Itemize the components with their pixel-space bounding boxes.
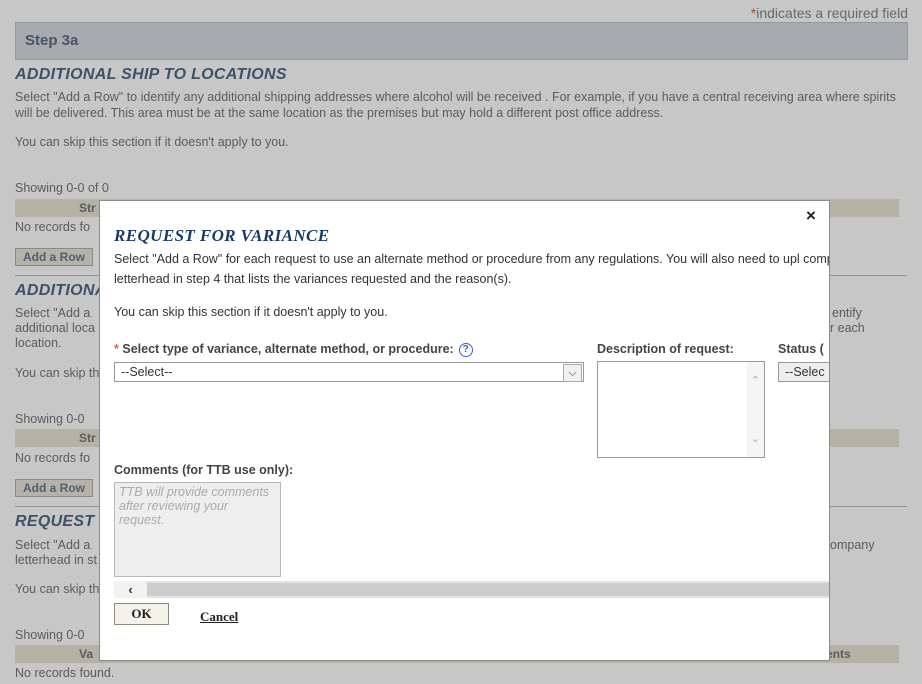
variance-type-select[interactable]: --Select-- ⌵	[114, 362, 584, 382]
horizontal-scrollbar[interactable]: ‹	[114, 581, 829, 598]
ok-button[interactable]: OK	[114, 603, 169, 625]
status-value: --Selec	[785, 365, 825, 379]
comments-textarea: TTB will provide comments after reviewin…	[114, 482, 281, 577]
variance-type-value: --Select--	[121, 365, 173, 379]
chevron-up-icon: ⌃	[750, 375, 760, 387]
scrollbar-thumb[interactable]	[147, 583, 829, 596]
description-label: Description of request:	[597, 342, 734, 356]
chevron-down-icon: ⌄	[750, 433, 760, 445]
close-icon[interactable]: ×	[806, 206, 816, 226]
modal-description: Select "Add a Row" for each request to u…	[114, 252, 830, 286]
required-star: *	[114, 342, 119, 356]
chevron-left-icon[interactable]: ‹	[114, 581, 147, 598]
comments-label: Comments (for TTB use only):	[114, 463, 294, 477]
description-textarea[interactable]: ⌃ ⌄	[597, 361, 765, 458]
variance-modal: × REQUEST FOR VARIANCE Select "Add a Row…	[99, 200, 830, 661]
status-label: Status (	[778, 342, 824, 356]
modal-skip-note: You can skip this section if it doesn't …	[114, 305, 388, 319]
variance-type-label-text: Select type of variance, alternate metho…	[122, 342, 454, 356]
help-icon[interactable]: ?	[458, 343, 473, 357]
textarea-scrollbar[interactable]: ⌃ ⌄	[747, 362, 764, 457]
chevron-down-icon: ⌵	[563, 364, 582, 382]
status-select[interactable]: --Selec	[778, 362, 829, 382]
variance-type-label: * Select type of variance, alternate met…	[114, 342, 473, 357]
modal-title: REQUEST FOR VARIANCE	[114, 226, 330, 245]
cancel-link[interactable]: Cancel	[200, 609, 238, 625]
